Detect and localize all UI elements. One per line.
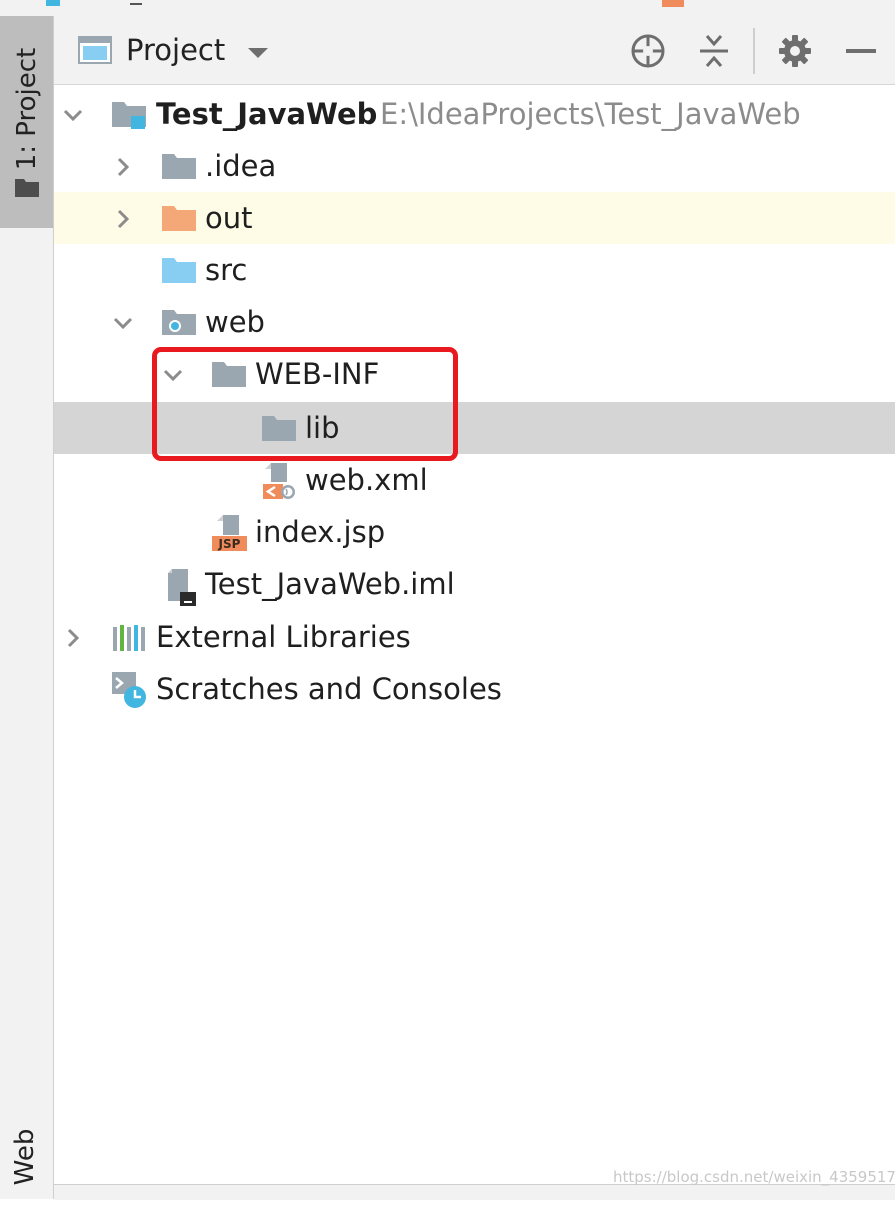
tree-node-label: Scratches and Consoles xyxy=(156,672,502,706)
header-divider xyxy=(753,28,755,74)
project-tree[interactable]: Test_JavaWeb E:\IdeaProjects\Test_JavaWe… xyxy=(54,84,895,1184)
gear-icon[interactable] xyxy=(776,32,814,70)
iml-file-icon xyxy=(168,569,196,606)
bottom-bar xyxy=(54,1184,895,1200)
view-selector-label[interactable]: Project xyxy=(126,32,225,68)
folder-icon xyxy=(162,154,196,179)
breadcrumb-fragment xyxy=(130,3,142,5)
tree-node-label: .idea xyxy=(205,149,277,183)
web-stripe-button[interactable]: Web xyxy=(10,1102,40,1212)
watermark: https://blog.csdn.net/weixin_43595176 xyxy=(613,1168,895,1186)
breadcrumb-file-icon xyxy=(662,0,684,7)
tree-node-src[interactable]: src xyxy=(54,244,895,296)
tree-node-indexjsp[interactable]: JSP index.jsp xyxy=(54,506,895,558)
project-stripe-button[interactable]: 1: Project xyxy=(0,16,53,228)
project-view-icon xyxy=(78,36,112,64)
tree-node-label: web.xml xyxy=(305,463,428,497)
collapse-all-icon[interactable] xyxy=(695,32,733,70)
chevron-down-icon[interactable] xyxy=(62,104,84,126)
annotation-highlight-box xyxy=(152,347,458,461)
tree-node-idea[interactable]: .idea xyxy=(54,140,895,192)
tree-node-iml[interactable]: Test_JavaWeb.iml xyxy=(54,558,895,610)
left-tool-stripe: 1: Project Web xyxy=(0,16,54,1199)
folder-icon xyxy=(15,179,39,197)
tree-node-root[interactable]: Test_JavaWeb E:\IdeaProjects\Test_JavaWe… xyxy=(54,88,895,140)
tree-node-label: External Libraries xyxy=(156,620,411,654)
xml-file-icon xyxy=(263,463,295,499)
project-toolwindow-header: Project xyxy=(54,16,895,85)
tree-node-label: web xyxy=(205,305,265,339)
tree-node-label: Test_JavaWeb xyxy=(156,97,378,131)
chevron-down-icon[interactable] xyxy=(246,46,270,60)
tree-node-label: out xyxy=(205,201,253,235)
web-folder-icon xyxy=(162,310,196,335)
source-folder-icon xyxy=(162,258,196,283)
chevron-right-icon[interactable] xyxy=(62,627,84,649)
module-folder-icon xyxy=(112,102,146,129)
breadcrumb-strip xyxy=(0,0,895,17)
project-stripe-label: 1: Project xyxy=(12,47,42,171)
chevron-down-icon[interactable] xyxy=(112,312,134,334)
tree-node-scratches[interactable]: Scratches and Consoles xyxy=(54,663,895,715)
jsp-file-icon: JSP xyxy=(212,515,247,551)
library-icon xyxy=(113,625,145,651)
chevron-right-icon[interactable] xyxy=(112,156,134,178)
tree-node-label: src xyxy=(205,253,248,287)
chevron-right-icon[interactable] xyxy=(112,208,134,230)
scratches-icon xyxy=(112,672,146,708)
tree-node-web[interactable]: web xyxy=(54,296,895,348)
jsp-badge-text: JSP xyxy=(218,537,241,551)
tree-node-path: E:\IdeaProjects\Test_JavaWeb xyxy=(380,97,801,131)
tree-node-webxml[interactable]: web.xml xyxy=(54,454,895,506)
tree-node-label: index.jsp xyxy=(255,515,386,549)
tree-node-external-libraries[interactable]: External Libraries xyxy=(54,611,895,663)
excluded-folder-icon xyxy=(162,206,196,231)
minimize-icon[interactable] xyxy=(842,32,880,70)
tree-node-label: Test_JavaWeb.iml xyxy=(205,567,455,601)
breadcrumb-module-icon xyxy=(46,0,60,6)
tree-node-out[interactable]: out xyxy=(54,192,895,244)
locate-icon[interactable] xyxy=(629,32,667,70)
